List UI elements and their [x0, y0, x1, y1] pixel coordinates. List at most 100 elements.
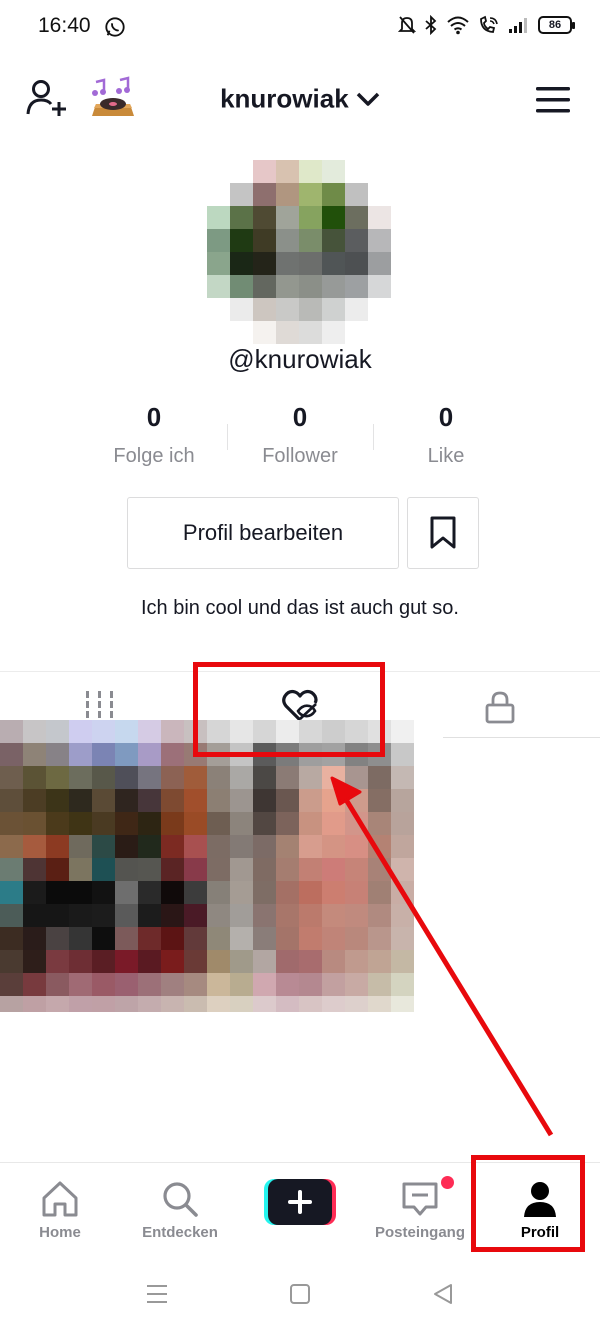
thumbnail-pixel [23, 904, 46, 927]
system-home-icon[interactable] [289, 1282, 311, 1306]
avatar-pixel [230, 275, 253, 298]
menu-icon[interactable] [536, 86, 570, 114]
header-username: knurowiak [220, 83, 349, 114]
thumbnail-pixel [299, 766, 322, 789]
edit-profile-button[interactable]: Profil bearbeiten [127, 497, 399, 569]
thumbnail-pixel [322, 766, 345, 789]
thumbnail-pixel [0, 812, 23, 835]
thumbnail-pixel [276, 996, 299, 1012]
thumbnail-pixel [253, 858, 276, 881]
annotation-box-liked-tab [193, 662, 385, 757]
thumbnail-pixel [138, 789, 161, 812]
avatar-pixel [207, 183, 230, 206]
thumbnail-pixel [92, 720, 115, 743]
thumbnail-pixel [184, 812, 207, 835]
tab-videos-grid-icon[interactable] [84, 690, 116, 720]
thumbnail-pixel [23, 835, 46, 858]
thumbnail-pixel [138, 904, 161, 927]
thumbnail-pixel [92, 858, 115, 881]
nav-inbox[interactable]: Posteingang [365, 1178, 475, 1241]
avatar-pixel [253, 298, 276, 321]
thumbnail-pixel [345, 789, 368, 812]
avatar-pixel [368, 206, 391, 229]
thumbnail-pixel [276, 835, 299, 858]
thumbnail-pixel [115, 720, 138, 743]
thumbnail-pixel [46, 904, 69, 927]
inbox-message-icon [402, 1182, 438, 1216]
thumbnail-pixel [46, 720, 69, 743]
thumbnail-pixel [138, 973, 161, 996]
thumbnail-pixel [230, 973, 253, 996]
stat-following[interactable]: 0 Folge ich [79, 402, 229, 468]
thumbnail-pixel [207, 927, 230, 950]
thumbnail-pixel [46, 743, 69, 766]
thumbnail-pixel [138, 766, 161, 789]
avatar-pixel [253, 206, 276, 229]
account-switcher[interactable]: knurowiak [0, 82, 600, 115]
thumbnail-pixel [69, 835, 92, 858]
thumbnail-pixel [230, 812, 253, 835]
avatar-pixel [207, 160, 230, 183]
stat-likes[interactable]: 0 Like [371, 402, 521, 468]
thumbnail-pixel [391, 858, 414, 881]
thumbnail-pixel [322, 927, 345, 950]
create-video-button[interactable] [264, 1179, 336, 1225]
thumbnail-pixel [322, 835, 345, 858]
thumbnail-pixel [115, 858, 138, 881]
thumbnail-pixel [322, 812, 345, 835]
thumbnail-pixel [253, 996, 276, 1012]
avatar[interactable] [207, 160, 391, 344]
thumbnail-pixel [391, 789, 414, 812]
avatar-pixel [368, 183, 391, 206]
thumbnail-pixel [46, 973, 69, 996]
avatar-pixel [299, 275, 322, 298]
nav-discover[interactable]: Entdecken [125, 1178, 235, 1241]
avatar-pixel [276, 229, 299, 252]
thumbnail-pixel [207, 812, 230, 835]
thumbnail-pixel [115, 996, 138, 1012]
avatar-pixel [322, 206, 345, 229]
stat-followers[interactable]: 0 Follower [225, 402, 375, 468]
thumbnail-pixel [207, 950, 230, 973]
avatar-pixel [345, 206, 368, 229]
thumbnail-pixel [138, 881, 161, 904]
nav-home[interactable]: Home [5, 1178, 115, 1241]
thumbnail-pixel [368, 950, 391, 973]
thumbnail-pixel [184, 881, 207, 904]
thumbnail-pixel [299, 996, 322, 1012]
thumbnail-pixel [23, 881, 46, 904]
thumbnail-pixel [345, 835, 368, 858]
avatar-pixel [322, 160, 345, 183]
thumbnail-pixel [92, 789, 115, 812]
thumbnail-pixel [0, 766, 23, 789]
thumbnail-pixel [253, 766, 276, 789]
avatar-pixel [230, 229, 253, 252]
thumbnail-pixel [69, 858, 92, 881]
thumbnail-pixel [161, 881, 184, 904]
thumbnail-pixel [253, 927, 276, 950]
stat-following-value: 0 [146, 402, 162, 432]
profile-handle: @knurowiak [228, 344, 372, 374]
thumbnail-pixel [161, 973, 184, 996]
avatar-pixel [368, 321, 391, 344]
thumbnail-pixel [391, 950, 414, 973]
chevron-down-icon [356, 92, 380, 106]
avatar-pixel [276, 160, 299, 183]
thumbnail-pixel [322, 904, 345, 927]
avatar-pixel [322, 252, 345, 275]
mute-bell-icon [398, 16, 416, 34]
thumbnail-pixel [299, 858, 322, 881]
thumbnail-pixel [299, 904, 322, 927]
system-recents-icon[interactable] [146, 1282, 168, 1306]
favorites-button[interactable] [407, 497, 479, 569]
thumbnail-pixel [115, 812, 138, 835]
avatar-pixel [345, 229, 368, 252]
thumbnail-pixel [69, 927, 92, 950]
system-back-icon[interactable] [432, 1282, 454, 1306]
thumbnail-pixel [23, 973, 46, 996]
avatar-pixel [253, 321, 276, 344]
thumbnail-pixel [69, 812, 92, 835]
avatar-pixel [207, 206, 230, 229]
tab-private-lock-icon[interactable] [482, 690, 518, 724]
liked-video-thumbnail[interactable] [0, 720, 414, 1012]
